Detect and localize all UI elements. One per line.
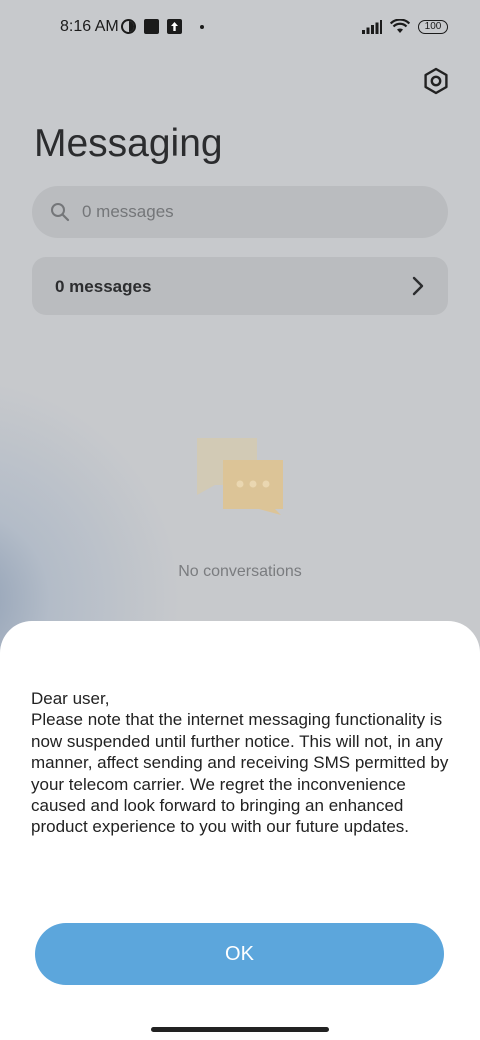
notice-dialog: Dear user, Please note that the internet… (0, 621, 480, 1040)
notification-square-icon (144, 19, 159, 34)
upload-icon (167, 19, 182, 34)
messages-row[interactable]: 0 messages (32, 257, 448, 315)
status-bar: 8:16 AM 100 (0, 0, 480, 56)
status-right-icons: 100 (362, 19, 448, 34)
data-saver-icon (121, 19, 136, 34)
empty-state-text: No conversations (178, 563, 302, 580)
search-input[interactable]: 0 messages (32, 186, 448, 238)
search-icon (51, 203, 70, 222)
ok-button[interactable]: OK (35, 923, 444, 985)
dialog-message: Dear user, Please note that the internet… (31, 689, 449, 837)
search-placeholder: 0 messages (82, 202, 174, 221)
more-notifications-dot-icon (200, 24, 204, 29)
wifi-icon (390, 19, 410, 33)
status-time: 8:16 AM (60, 18, 119, 35)
home-indicator[interactable] (151, 1027, 329, 1032)
status-left-icons (121, 19, 204, 34)
messages-row-label: 0 messages (55, 277, 152, 296)
signal-icon (362, 19, 382, 34)
chevron-right-icon (412, 276, 424, 296)
settings-icon[interactable] (420, 65, 452, 97)
battery-icon: 100 (418, 19, 448, 34)
empty-conversations-icon (197, 438, 283, 515)
page-title: Messaging (34, 122, 223, 165)
